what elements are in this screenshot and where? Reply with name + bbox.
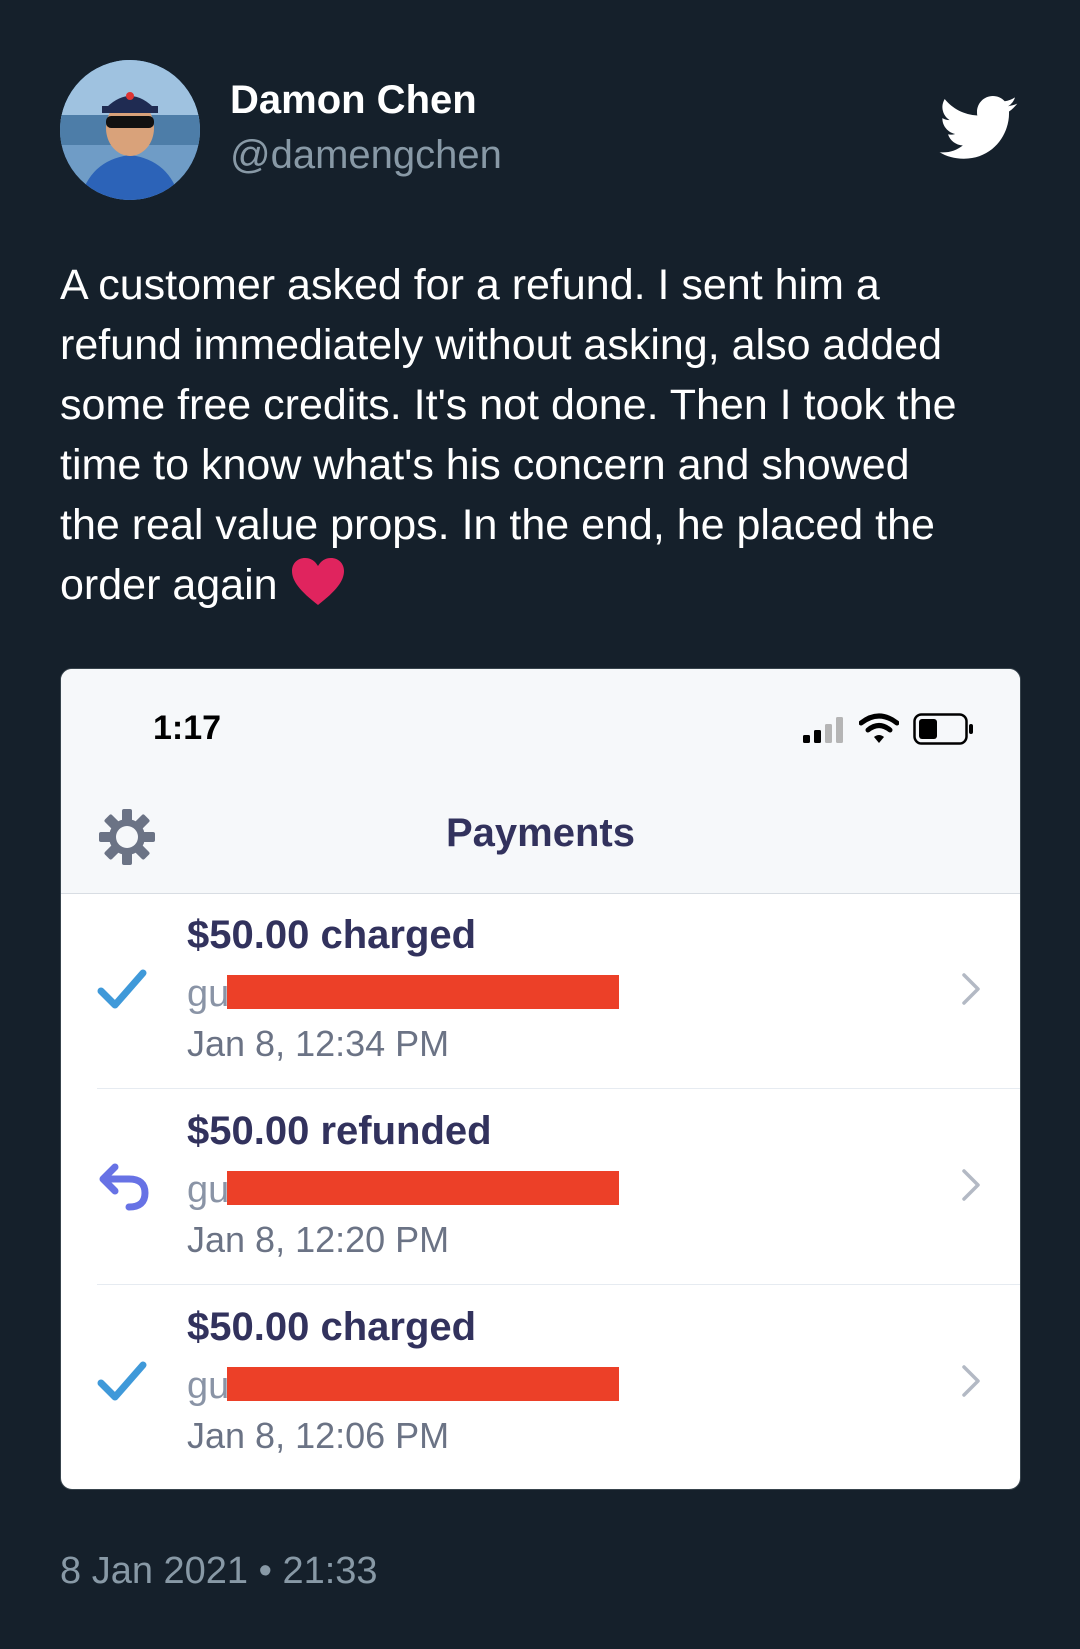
payment-row[interactable]: $50.00 charged gu Jan 8, 12:06 PM (61, 1285, 1020, 1481)
payment-date: Jan 8, 12:34 PM (187, 1023, 450, 1064)
phone-header: 1:17 Payments (61, 669, 1020, 894)
page-title: Payments (446, 811, 635, 855)
payment-title: $50.00 refunded (187, 1109, 492, 1153)
payment-email: gu (187, 1365, 230, 1407)
chevron-right-icon (962, 973, 980, 1005)
chevron-right-icon (962, 1169, 980, 1201)
redaction-bar (227, 1367, 619, 1401)
payment-date: Jan 8, 12:20 PM (187, 1219, 450, 1260)
status-time: 1:17 (153, 709, 222, 747)
cellular-signal-icon (803, 717, 843, 743)
author-handle[interactable]: @damengchen (230, 133, 502, 178)
battery-icon (913, 713, 973, 745)
tweet-timestamp[interactable]: 8 Jan 2021 • 21:33 (60, 1550, 378, 1593)
wifi-icon (859, 713, 899, 743)
heart-emoji (290, 557, 346, 623)
redaction-bar (227, 975, 619, 1009)
tweet-text-body: A customer asked for a refund. I sent hi… (60, 261, 957, 609)
twitter-bird-icon[interactable] (938, 96, 1020, 162)
redaction-bar (227, 1171, 619, 1205)
refund-arrow-icon (99, 1163, 149, 1211)
author-name[interactable]: Damon Chen (230, 78, 477, 123)
chevron-right-icon (962, 1365, 980, 1397)
checkmark-icon (97, 969, 147, 1009)
payment-title: $50.00 charged (187, 913, 477, 957)
avatar-photo (60, 60, 200, 200)
tweet-text: A customer asked for a refund. I sent hi… (60, 255, 1020, 623)
payment-email: gu (187, 973, 230, 1015)
payment-title: $50.00 charged (187, 1305, 477, 1349)
attached-image[interactable]: 1:17 Payments $50.00 charged gu Jan 8, 1… (60, 668, 1021, 1490)
payment-email: gu (187, 1169, 230, 1211)
checkmark-icon (97, 1361, 147, 1401)
avatar[interactable] (60, 60, 200, 200)
payment-row[interactable]: $50.00 refunded gu Jan 8, 12:20 PM (61, 1089, 1020, 1285)
payment-row[interactable]: $50.00 charged gu Jan 8, 12:34 PM (61, 893, 1020, 1089)
payment-date: Jan 8, 12:06 PM (187, 1415, 450, 1456)
